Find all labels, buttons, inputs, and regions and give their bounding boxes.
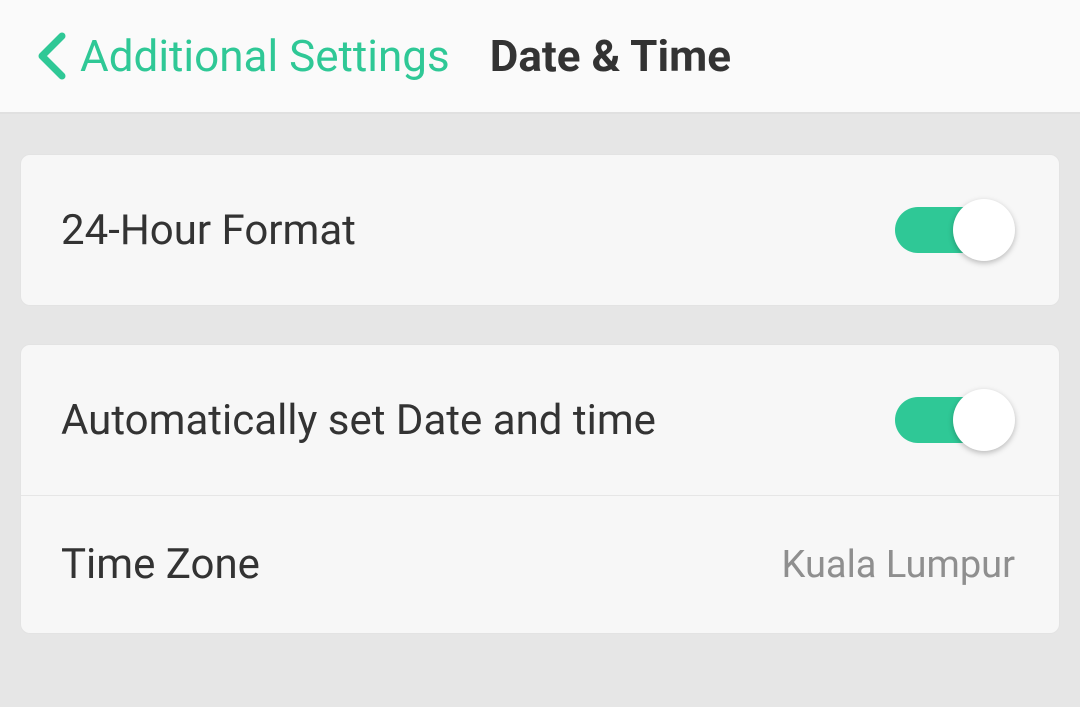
- toggle-knob: [953, 199, 1015, 261]
- row-label-24-hour: 24-Hour Format: [61, 206, 356, 255]
- card-date-time: Automatically set Date and time Time Zon…: [20, 344, 1060, 634]
- card-hour-format: 24-Hour Format: [20, 154, 1060, 306]
- row-label-time-zone: Time Zone: [61, 540, 260, 589]
- header: Additional Settings Date & Time: [0, 0, 1080, 114]
- back-label: Additional Settings: [80, 30, 450, 82]
- toggle-auto-date-time[interactable]: [895, 389, 1015, 451]
- back-button[interactable]: Additional Settings: [36, 30, 450, 82]
- content: 24-Hour Format Automatically set Date an…: [0, 114, 1080, 634]
- row-24-hour-format[interactable]: 24-Hour Format: [21, 155, 1059, 305]
- chevron-left-icon: [36, 32, 66, 80]
- toggle-24-hour-format[interactable]: [895, 199, 1015, 261]
- row-label-auto-date-time: Automatically set Date and time: [61, 396, 656, 445]
- row-auto-date-time[interactable]: Automatically set Date and time: [21, 345, 1059, 495]
- toggle-knob: [953, 389, 1015, 451]
- page-title: Date & Time: [490, 30, 731, 82]
- row-time-zone[interactable]: Time Zone Kuala Lumpur: [21, 495, 1059, 633]
- row-value-time-zone: Kuala Lumpur: [782, 543, 1015, 587]
